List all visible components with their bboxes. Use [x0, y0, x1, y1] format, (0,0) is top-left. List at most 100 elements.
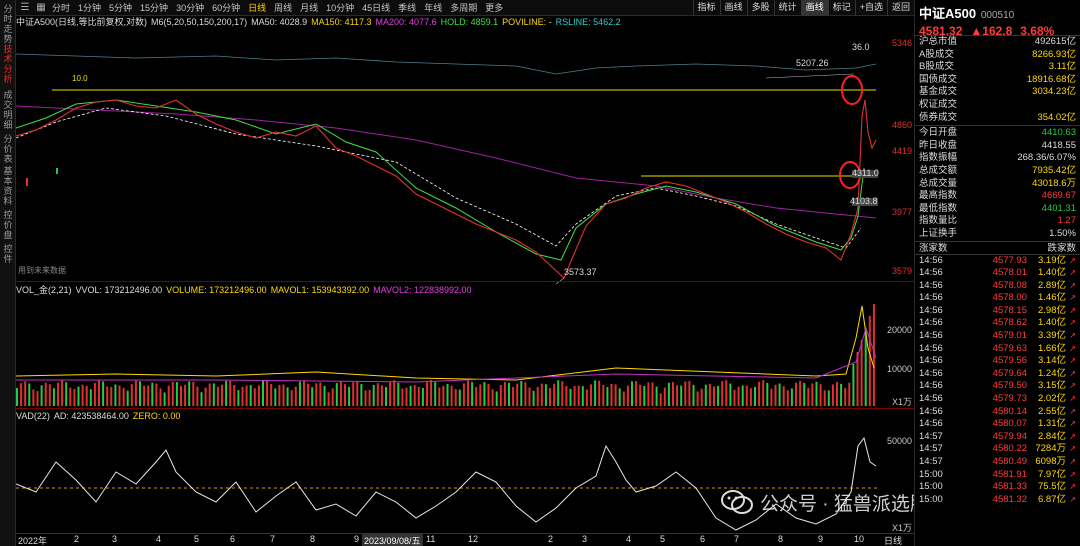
volume-bar — [708, 383, 711, 406]
legend-ma200: MA200: 4077.6 — [375, 17, 437, 27]
tick-price: 4578.01 — [992, 267, 1027, 279]
tick-price: 4581.33 — [992, 481, 1027, 493]
x-axis-label: 6 — [700, 534, 706, 544]
tick-direction-icon: ↗ — [1069, 368, 1076, 378]
back-button[interactable]: 返回 — [886, 0, 914, 16]
period-yearly[interactable]: 年线 — [420, 0, 446, 16]
market-stat-value: 3034.23亿 — [1032, 86, 1076, 98]
quote-stat-row: 上证换手 1.50% — [915, 228, 1080, 241]
volume-bar — [175, 382, 178, 406]
mark-button[interactable]: 标记 — [827, 0, 855, 16]
tick-time: 14:56 — [919, 418, 943, 430]
quote-stats: 今日开盘 4410.63 昨日收盘 4418.55 指数振幅 268.36/6.07% 总成… — [915, 127, 1080, 240]
tick-row: 14:56 4579.64 1.24亿 ↗ — [915, 368, 1080, 381]
period-intraday[interactable]: 分时 — [48, 0, 74, 16]
tick-volume: 2.89亿 — [1038, 279, 1066, 291]
candlestick-chart[interactable] — [16, 28, 878, 290]
quote-stat-value: 1.27 — [1057, 215, 1077, 227]
x-axis-label: 6 — [230, 534, 236, 544]
market-stat-value: 18916.68亿 — [1026, 73, 1076, 85]
layout-icon[interactable]: ▦ — [34, 1, 48, 15]
volume-bar — [487, 383, 490, 406]
chart-area[interactable]: 中证A500(日线,等比前复权,对数) M6(5,20,50,150,200,1… — [16, 16, 914, 546]
tab-technical[interactable]: 技术分析 — [1, 44, 15, 84]
add-watchlist-button[interactable]: +自选 — [854, 0, 887, 16]
tick-time: 14:56 — [919, 304, 943, 316]
period-10min[interactable]: 10分钟 — [322, 0, 358, 16]
tick-row: 14:56 4578.08 2.89亿 ↗ — [915, 280, 1080, 293]
hold-curve — [16, 99, 865, 261]
multi-stock-button[interactable]: 多股 — [746, 0, 774, 16]
period-toolbar: ☰ ▦ 分时 1分钟 5分钟 15分钟 30分钟 60分钟 日线 周线 月线 1… — [16, 0, 914, 16]
quote-stat-value: 7935.42亿 — [1032, 164, 1076, 176]
period-more[interactable]: 更多 — [481, 0, 507, 16]
x-axis-label: 7 — [270, 534, 276, 544]
volume-bar — [397, 382, 400, 406]
period-15min[interactable]: 15分钟 — [136, 0, 172, 16]
mavol1-curve — [16, 305, 875, 381]
indicator-button[interactable]: 指标 — [692, 0, 720, 16]
main-axis-label-2: 4860 — [891, 120, 912, 130]
tick-list[interactable]: 14:56 4577.93 3.19亿 ↗ 14:56 4578.01 1.40亿 ↗ 14:5… — [915, 255, 1080, 507]
tick-price: 4579.01 — [992, 330, 1027, 342]
volume-bar — [233, 384, 236, 406]
period-daily[interactable]: 日线 — [244, 0, 270, 16]
volume-bar — [807, 387, 810, 406]
tick-time: 15:00 — [919, 493, 943, 505]
volume-bar — [274, 388, 277, 406]
period-1min[interactable]: 1分钟 — [74, 0, 105, 16]
tick-direction-icon: ↗ — [1069, 255, 1076, 265]
tick-price: 4579.64 — [992, 367, 1027, 379]
vol-mavol2: MAVOL2: 122838992.00 — [373, 285, 472, 295]
main-axis-label-5: 3579 — [891, 266, 912, 276]
period-weekly[interactable]: 周线 — [270, 0, 296, 16]
stats-button[interactable]: 统计 — [773, 0, 801, 16]
tick-volume: 7.97亿 — [1038, 468, 1066, 480]
period-60min[interactable]: 60分钟 — [208, 0, 244, 16]
draw-line-toggle-button[interactable]: 画线 — [800, 0, 828, 16]
period-multi[interactable]: 多周期 — [446, 0, 481, 16]
period-5min[interactable]: 5分钟 — [105, 0, 136, 16]
tick-row: 14:57 4579.94 2.84亿 ↗ — [915, 431, 1080, 444]
draw-line-button[interactable]: 画线 — [719, 0, 747, 16]
volume-bar — [819, 384, 822, 406]
period-monthly[interactable]: 月线 — [296, 0, 322, 16]
period-quarterly[interactable]: 季线 — [394, 0, 420, 16]
tab-intraday[interactable]: 分时走势 — [1, 4, 15, 44]
volume-chart[interactable] — [16, 298, 878, 408]
tick-row: 14:56 4579.56 3.14亿 ↗ — [915, 355, 1080, 368]
tick-price: 4578.08 — [992, 279, 1027, 291]
market-stat-row: A股成交 8266.93亿 — [915, 49, 1080, 62]
volume-bar — [438, 387, 441, 406]
volume-bar — [409, 385, 412, 406]
volume-bar — [524, 382, 527, 406]
volume-bar — [249, 385, 252, 406]
period-30min[interactable]: 30分钟 — [172, 0, 208, 16]
tick-price: 4579.73 — [992, 393, 1027, 405]
period-45day[interactable]: 45日线 — [358, 0, 394, 16]
quote-stat-label: 最低指数 — [919, 202, 958, 214]
volume-bar — [389, 381, 392, 406]
tab-basic-info[interactable]: 基本资料 — [1, 166, 15, 206]
volume-bar — [667, 382, 670, 406]
legend-m6: M6(5,20,50,150,200,17) — [151, 17, 248, 27]
x-axis-label: 11 — [426, 534, 436, 544]
tab-control[interactable]: 控件 — [1, 244, 15, 268]
volume-bar — [155, 383, 158, 406]
volume-bar — [770, 388, 773, 406]
ma50-curve — [16, 107, 862, 249]
tick-direction-icon: ↗ — [1069, 431, 1076, 441]
menu-icon[interactable]: ☰ — [18, 1, 32, 15]
tab-trade-detail[interactable]: 成交明细 — [1, 90, 15, 130]
tick-time: 14:56 — [919, 254, 943, 266]
tick-time: 15:00 — [919, 468, 943, 480]
tick-volume: 2.84亿 — [1038, 430, 1066, 442]
tab-control-price[interactable]: 控价盘 — [1, 210, 15, 240]
quote-stat-value: 4418.55 — [1041, 139, 1076, 151]
volume-bar — [516, 383, 519, 406]
tick-row: 14:56 4578.01 1.40亿 ↗ — [915, 267, 1080, 280]
volume-bar — [253, 388, 256, 406]
tab-price-table[interactable]: 分价表 — [1, 134, 15, 164]
x-axis-label: 3 — [582, 534, 588, 544]
volume-bar — [372, 384, 375, 406]
